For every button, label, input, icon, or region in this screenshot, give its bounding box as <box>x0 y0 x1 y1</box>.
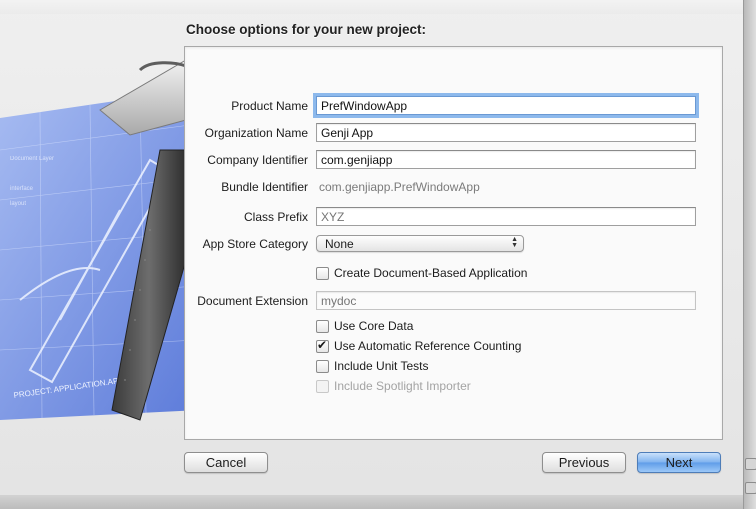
company-identifier-field[interactable] <box>316 150 696 169</box>
next-button[interactable]: Next <box>637 452 721 473</box>
organization-name-field[interactable] <box>316 123 696 142</box>
create-document-based-label: Create Document-Based Application <box>334 266 528 280</box>
bundle-identifier-label: Bundle Identifier <box>221 180 308 194</box>
cancel-button[interactable]: Cancel <box>184 452 268 473</box>
company-identifier-label: Company Identifier <box>207 153 308 167</box>
app-store-category-value: None <box>325 237 354 251</box>
product-name-field[interactable] <box>316 96 696 115</box>
class-prefix-label: Class Prefix <box>243 210 308 224</box>
app-store-category-popup[interactable]: None ▲ ▼ <box>316 235 524 252</box>
window-bottom-edge <box>0 495 743 509</box>
dialog-heading: Choose options for your new project: <box>186 22 427 37</box>
document-extension-field[interactable] <box>316 291 696 310</box>
svg-text:interface: interface <box>10 186 34 192</box>
checkbox-box[interactable] <box>316 267 329 280</box>
include-unit-tests-label: Include Unit Tests <box>334 359 429 373</box>
checkbox-box-checked[interactable] <box>316 338 329 353</box>
previous-button[interactable]: Previous <box>542 452 626 473</box>
class-prefix-field[interactable] <box>316 207 696 226</box>
scroll-control-icon[interactable] <box>745 458 756 470</box>
checkbox-box-disabled <box>316 380 329 393</box>
up-down-arrows-icon: ▲ ▼ <box>511 236 518 249</box>
include-spotlight-importer-label: Include Spotlight Importer <box>334 379 471 393</box>
app-store-category-label: App Store Category <box>202 237 308 251</box>
use-arc-label: Use Automatic Reference Counting <box>334 339 522 353</box>
organization-name-label: Organization Name <box>204 126 308 140</box>
scroll-control-icon[interactable] <box>745 482 756 494</box>
checkbox-box[interactable] <box>316 320 329 333</box>
svg-text:layout: layout <box>10 201 26 207</box>
xcode-blueprint-hammer-art: Document Layer interface layout PROJECT:… <box>0 59 200 421</box>
checkbox-box[interactable] <box>316 360 329 373</box>
svg-text:Document Layer: Document Layer <box>10 156 54 162</box>
product-name-label: Product Name <box>231 99 308 113</box>
window-right-edge <box>743 0 756 509</box>
bundle-identifier-value: com.genjiapp.PrefWindowApp <box>319 180 480 194</box>
use-core-data-label: Use Core Data <box>334 319 414 333</box>
document-extension-label: Document Extension <box>197 294 308 308</box>
